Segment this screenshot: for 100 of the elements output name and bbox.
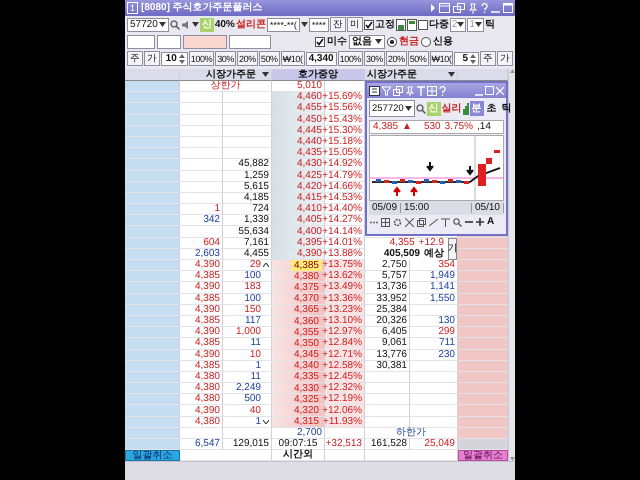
account-field[interactable]: ****-**( [266, 18, 300, 32]
change-rate: +13.23% [325, 304, 365, 316]
trade-quantity: 29 [250, 260, 261, 270]
change-rate: +14.53% [325, 192, 365, 204]
bid-quantity: 2,750 [365, 260, 410, 272]
stock-name: 실리 [442, 104, 462, 114]
ask-quantity: 4,455 [223, 248, 272, 260]
preset-button[interactable]: 50% [408, 51, 429, 66]
trade-quantity: 1,000 [236, 327, 261, 338]
preset-button[interactable]: 20% [386, 51, 407, 66]
preset-button[interactable]: 100% [338, 51, 364, 66]
change-rate: +13.62% [325, 271, 365, 282]
change-rate: +12.71% [325, 350, 365, 361]
unit-button[interactable]: 주 [127, 51, 143, 66]
bid-quantity: 6,405 [365, 327, 410, 338]
checkbox-label: 미수 [327, 36, 347, 46]
total-quantity: 161,528 [365, 439, 410, 450]
bid-price[interactable]: 4,335 [290, 371, 322, 382]
trade-price: 4,390 [180, 327, 223, 338]
change-rate: +14.66% [325, 182, 365, 193]
preset-button[interactable]: ₩10( [280, 51, 305, 66]
quantity-spinner[interactable]: 5 [454, 52, 479, 66]
bid-price[interactable]: 4,315 [290, 416, 322, 428]
credit-badge: 신 [426, 102, 441, 116]
order-count: 2,603 [180, 248, 223, 260]
price-field[interactable]: 4,340 [306, 52, 337, 66]
bid-price[interactable]: 4,340 [290, 360, 322, 372]
change-rate: +14.40% [325, 204, 365, 216]
bid-price[interactable]: 4,325 [290, 394, 322, 405]
toolbar-button[interactable]: 미 [346, 17, 363, 32]
preset-button[interactable]: 100% [188, 51, 214, 66]
cancel-all-button[interactable]: 일괄취소 [458, 450, 508, 462]
order-count: 604 [180, 238, 223, 249]
misu-dropdown[interactable]: 없음 [349, 34, 385, 48]
unit-button[interactable]: 주 [480, 51, 496, 66]
stock-code-field[interactable]: 57720 [127, 18, 169, 32]
preset-button[interactable]: 20% [237, 51, 258, 66]
preset-button[interactable]: 30% [364, 51, 385, 66]
quantity-difference: +32,513 [325, 439, 365, 450]
change-rate: +12.84% [325, 338, 365, 350]
total-count: 25,049 [410, 439, 458, 450]
quantity-spinner[interactable]: 10 [161, 52, 188, 66]
order-type-dropdown[interactable]: 시장가주문 [365, 69, 458, 81]
bid-price[interactable]: 4,375 [290, 282, 322, 293]
bid-price[interactable]: 4,350 [290, 338, 322, 349]
bid-price[interactable]: 4,320 [290, 405, 322, 416]
trade-price: 4,385 [180, 338, 223, 350]
bid-price[interactable]: 4,355 [290, 326, 322, 338]
bid-price[interactable]: 4,385 [290, 260, 322, 271]
password-field[interactable]: **** [308, 18, 329, 32]
interval-tab[interactable]: 분 [470, 101, 484, 116]
change-rate: +15.43% [325, 114, 365, 126]
font-button[interactable]: A [487, 217, 494, 227]
axis-label: 15:00 [401, 203, 472, 213]
radio-label: 현금 [399, 36, 419, 46]
change-rate: +11.93% [325, 416, 365, 428]
cancel-all-button[interactable]: 일괄취소 [125, 450, 180, 462]
order-count: 1,949 [410, 271, 458, 282]
radio-label: 신용 [433, 36, 453, 46]
bid-price[interactable]: 4,330 [290, 382, 322, 394]
order-count: 1,550 [410, 294, 458, 305]
interval-tab[interactable]: 틱 [500, 101, 514, 116]
bid-price[interactable]: 4,365 [290, 304, 322, 316]
current-price: 4,385 [373, 122, 398, 132]
trade-price: 4,390 [180, 282, 223, 294]
expected-volume: 405,509 [384, 249, 420, 260]
stock-name: 설리콘 [236, 20, 266, 30]
change-rate: +12.19% [325, 394, 365, 406]
total-count: 6,547 [180, 439, 223, 450]
bid-price[interactable]: 4,370 [290, 293, 322, 304]
change-rate: +13.75% [325, 260, 365, 272]
checkbox-label: 다중 [428, 20, 449, 30]
order-type-dropdown[interactable]: 시장가주문 [180, 69, 272, 81]
order-count: 342 [180, 215, 223, 226]
interval-tab[interactable]: 초 [484, 101, 499, 116]
change-rate: +13.10% [325, 316, 365, 328]
up-arrow: ▲ [402, 122, 412, 132]
bid-price[interactable]: 4,345 [290, 349, 322, 360]
count-dropdown[interactable]: 2 [450, 18, 466, 32]
preset-button[interactable]: 30% [215, 51, 236, 66]
preset-button[interactable]: 50% [258, 51, 280, 66]
trade-price: 4,385 [180, 316, 223, 328]
count-dropdown[interactable]: 1 [467, 18, 484, 32]
window-number: 1 [127, 2, 138, 14]
expected-price: 4,355 [390, 238, 415, 248]
unit-button[interactable]: 가 [497, 51, 513, 66]
change-rate: +14.01% [325, 238, 365, 249]
bid-price[interactable]: 4,380 [290, 270, 322, 282]
change-rate: +14.79% [325, 170, 365, 182]
stock-code-field[interactable]: 257720 [369, 100, 415, 117]
trade-quantity: 183 [244, 282, 261, 292]
trade-quantity: 150 [244, 304, 261, 315]
toolbar-button[interactable]: 잔 [330, 17, 346, 32]
unit-button[interactable]: 가 [144, 51, 160, 66]
trade-price: 4,380 [180, 372, 223, 384]
side-button[interactable]: 기 [448, 238, 457, 260]
trade-price: 4,390 [180, 350, 223, 361]
preset-button[interactable]: ₩10( [430, 51, 454, 66]
bid-price[interactable]: 4,360 [290, 316, 322, 327]
bid-quantity: 30,381 [365, 360, 410, 372]
